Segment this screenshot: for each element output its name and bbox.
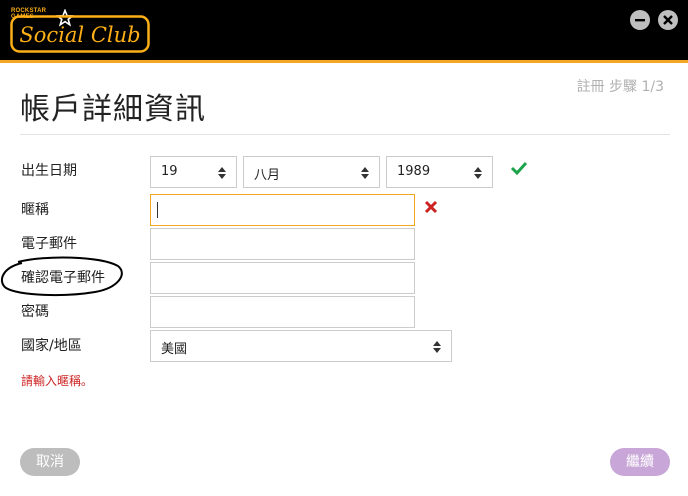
- divider: [20, 134, 670, 135]
- confirm-email-input[interactable]: [150, 262, 415, 294]
- svg-text:Social Club: Social Club: [19, 23, 140, 47]
- updown-arrows-icon: [218, 167, 226, 179]
- text-caret: [157, 202, 158, 218]
- checkmark-icon: [510, 161, 528, 176]
- title-bar: ROCKSTAR GAMES Social Club: [0, 0, 688, 60]
- birthdate-label: 出生日期: [21, 163, 77, 179]
- updown-arrows-icon: [474, 167, 482, 179]
- close-icon: [663, 15, 673, 25]
- cancel-button[interactable]: 取消: [20, 448, 80, 476]
- updown-arrows-icon: [433, 341, 441, 353]
- title-bar-accent-line: [0, 60, 688, 63]
- nickname-label: 暱稱: [21, 202, 49, 218]
- continue-button[interactable]: 繼續: [610, 448, 670, 476]
- birth-month-select[interactable]: 八月: [243, 156, 380, 188]
- password-label: 密碼: [21, 304, 49, 320]
- error-message: 請輸入暱稱。: [21, 374, 94, 388]
- cross-icon: [424, 200, 438, 214]
- confirm-email-label: 確認電子郵件: [21, 270, 105, 286]
- step-indicator: 註冊 步驟 1/3: [576, 79, 664, 95]
- country-select[interactable]: 美國: [150, 330, 452, 362]
- close-button[interactable]: [658, 10, 678, 30]
- social-club-logo: Social Club: [10, 15, 150, 53]
- email-label: 電子郵件: [21, 236, 77, 252]
- minus-icon: [635, 19, 645, 22]
- updown-arrows-icon: [361, 167, 369, 179]
- country-label: 國家/地區: [21, 338, 82, 354]
- birth-day-select[interactable]: 19: [150, 156, 237, 188]
- email-input[interactable]: [150, 228, 415, 260]
- password-input[interactable]: [150, 296, 415, 328]
- nickname-input[interactable]: [150, 194, 415, 226]
- birth-year-select[interactable]: 1989: [386, 156, 493, 188]
- page-title: 帳戶詳細資訊: [20, 92, 206, 127]
- minimize-button[interactable]: [630, 10, 650, 30]
